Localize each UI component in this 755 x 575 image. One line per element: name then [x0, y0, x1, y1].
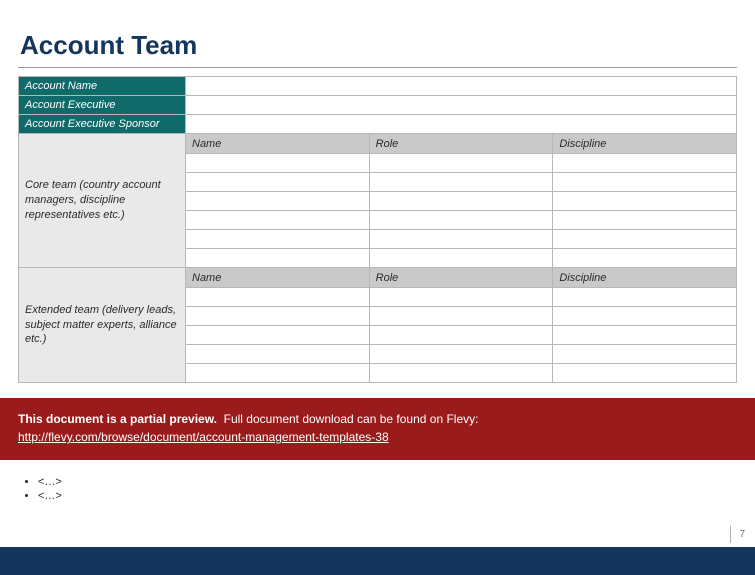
col-name-ext: Name	[186, 268, 370, 288]
row-account-executive-sponsor: Account Executive Sponsor	[19, 115, 737, 134]
page-title: Account Team	[20, 30, 737, 61]
label-core-team: Core team (country account managers, dis…	[19, 134, 186, 268]
col-role-ext: Role	[369, 268, 553, 288]
col-name: Name	[186, 134, 370, 154]
row-account-name: Account Name	[19, 77, 737, 96]
slide: Account Team Account Name Account Execut…	[0, 0, 755, 575]
bullets-block: <…> <…>	[22, 476, 62, 504]
label-account-executive: Account Executive	[19, 96, 186, 115]
extended-team-header-row: Extended team (delivery leads, subject m…	[19, 268, 737, 288]
value-account-executive	[186, 96, 737, 115]
col-role: Role	[369, 134, 553, 154]
label-account-executive-sponsor: Account Executive Sponsor	[19, 115, 186, 134]
bullet-item: <…>	[38, 490, 62, 502]
banner-rest: Full document download can be found on F…	[224, 412, 479, 426]
col-discipline: Discipline	[553, 134, 737, 154]
page-number: 7	[730, 526, 745, 543]
value-account-executive-sponsor	[186, 115, 737, 134]
account-team-table: Account Name Account Executive Account E…	[18, 76, 737, 383]
banner-link[interactable]: http://flevy.com/browse/document/account…	[18, 430, 389, 444]
core-team-header-row: Core team (country account managers, dis…	[19, 134, 737, 154]
label-account-name: Account Name	[19, 77, 186, 96]
bullet-item: <…>	[38, 476, 62, 488]
label-extended-team: Extended team (delivery leads, subject m…	[19, 268, 186, 383]
banner-lead: This document is a partial preview.	[18, 412, 217, 426]
preview-banner: This document is a partial preview. Full…	[0, 398, 755, 460]
row-account-executive: Account Executive	[19, 96, 737, 115]
value-account-name	[186, 77, 737, 96]
footer-bar	[0, 547, 755, 575]
col-discipline-ext: Discipline	[553, 268, 737, 288]
title-divider	[18, 67, 737, 68]
